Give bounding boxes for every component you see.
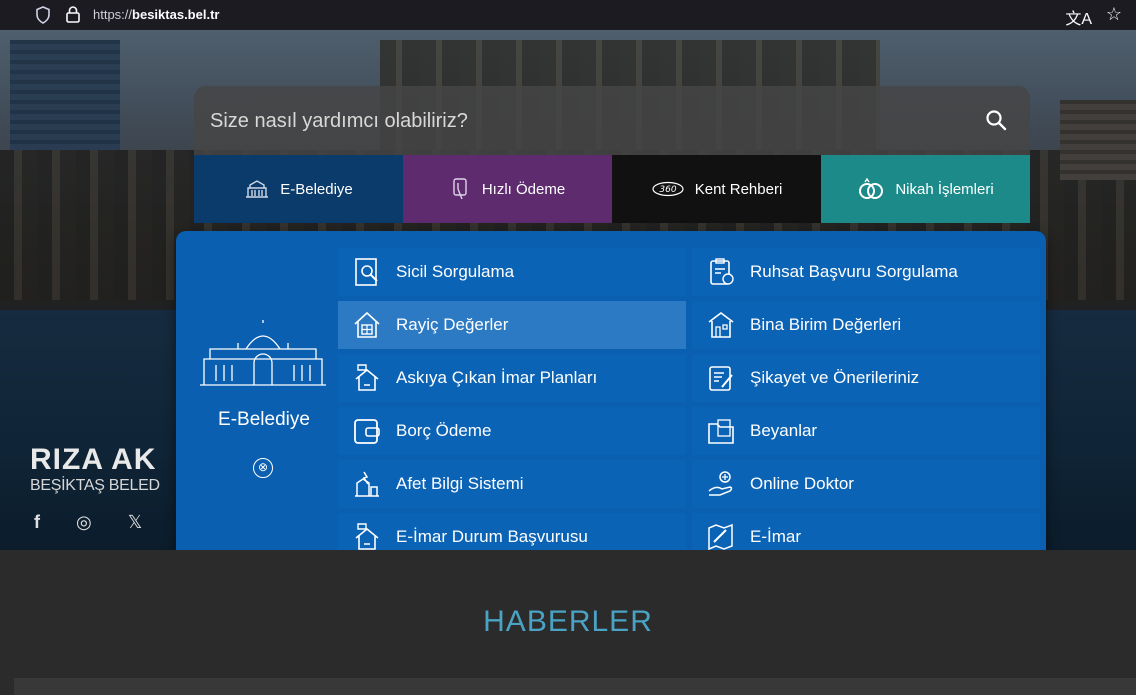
menu-item-label: Bina Birim Değerleri: [750, 315, 902, 334]
service-tabs: E-Belediye Hızlı Ödeme 360 Kent Rehberi …: [194, 155, 1030, 223]
rings-icon: [859, 177, 884, 199]
tab-label: Kent Rehberi: [694, 180, 783, 198]
social-links: f ◎ 𝕏: [34, 512, 142, 533]
menu-item-label: E-İmar Durum Başvurusu: [396, 527, 588, 546]
building-value-icon: [708, 312, 734, 338]
mayor-banner: RIZA AK BEŞİKTAŞ BELED: [30, 443, 160, 495]
municipality-icon: [246, 180, 269, 198]
svg-text:360: 360: [659, 185, 676, 195]
declaration-folder-icon: [708, 419, 734, 444]
zoning-status-icon: [355, 523, 379, 550]
menu-item-ruhsat-basvuru-sorgulama[interactable]: Ruhsat Başvuru Sorgulama: [692, 248, 1040, 296]
tab-label: Hızlı Ödeme: [481, 180, 566, 198]
tab-label: Nikah İşlemleri: [895, 180, 994, 198]
menu-item-label: Afet Bilgi Sistemi: [396, 474, 524, 493]
menu-item-label: Borç Ödeme: [396, 421, 492, 440]
instagram-icon[interactable]: ◎: [76, 512, 92, 533]
lock-icon[interactable]: [65, 5, 81, 23]
palace-logo-icon: [200, 320, 326, 386]
search-input[interactable]: [210, 106, 970, 136]
document-search-icon: [355, 258, 378, 286]
menu-item-label: Rayiç Değerler: [396, 315, 509, 334]
x-twitter-icon[interactable]: 𝕏: [128, 512, 143, 533]
feedback-edit-icon: [709, 366, 733, 391]
tab-nikah-islemleri[interactable]: Nikah İşlemleri: [821, 155, 1030, 223]
menu-item-beyanlar[interactable]: Beyanlar: [692, 407, 1040, 455]
url-host: besiktas.bel.tr: [132, 7, 220, 22]
url-field[interactable]: https://besiktas.bel.tr: [93, 7, 219, 22]
mayor-name: RIZA AK: [30, 443, 157, 476]
search-bar: [194, 86, 1030, 156]
mayor-role: BEŞİKTAŞ BELED: [30, 477, 160, 494]
menu-item-afet-bilgi-sistemi[interactable]: Afet Bilgi Sistemi: [338, 460, 686, 508]
house-value-icon: [354, 311, 380, 338]
menu-item-bina-birim-degerleri[interactable]: Bina Birim Değerleri: [692, 301, 1040, 349]
card-tap-icon: [453, 178, 467, 200]
menu-item-online-doktor[interactable]: Online Doktor: [692, 460, 1040, 508]
menu-item-label: Askıya Çıkan İmar Planları: [396, 368, 598, 387]
menu-item-label: Şikayet ve Önerileriniz: [750, 368, 920, 387]
doctor-hand-icon: [708, 471, 733, 496]
license-clipboard-icon: [710, 258, 734, 285]
url-prefix: https://: [93, 7, 133, 22]
e-belediye-panel: E-Belediye ⊗ Sicil Sorgulama Rayiç Değer…: [176, 231, 1046, 577]
close-icon[interactable]: ⊗: [253, 458, 273, 478]
browser-toolbar: https://besiktas.bel.tr 文A ☆: [0, 0, 1136, 30]
e-zoning-icon: [708, 523, 733, 551]
translate-icon[interactable]: 文A: [1065, 5, 1092, 29]
news-content-strip: [14, 678, 1136, 695]
menu-item-label: Beyanlar: [750, 421, 818, 440]
menu-item-rayic-degerler[interactable]: Rayiç Değerler: [338, 301, 686, 349]
tab-hizli-odeme[interactable]: Hızlı Ödeme: [403, 155, 612, 223]
menu-item-askiya-cikan-imar-planlari[interactable]: Askıya Çıkan İmar Planları: [338, 354, 686, 402]
tab-e-belediye[interactable]: E-Belediye: [194, 155, 403, 223]
shield-icon[interactable]: [35, 6, 51, 24]
menu-item-label: Ruhsat Başvuru Sorgulama: [750, 262, 958, 281]
menu-item-sikayet-ve-onerileriniz[interactable]: Şikayet ve Önerileriniz: [692, 354, 1040, 402]
360-icon: 360: [652, 181, 684, 197]
menu-item-label: Online Doktor: [750, 474, 854, 493]
search-icon[interactable]: [984, 108, 1008, 132]
bookmark-star-icon[interactable]: ☆: [1106, 4, 1122, 25]
panel-title: E-Belediye: [218, 409, 310, 430]
disaster-icon: [355, 471, 379, 497]
tab-label: E-Belediye: [280, 180, 353, 198]
tab-kent-rehberi[interactable]: 360 Kent Rehberi: [612, 155, 821, 223]
menu-item-borc-odeme[interactable]: Borç Ödeme: [338, 407, 686, 455]
zoning-plan-icon: [355, 364, 379, 391]
menu-item-sicil-sorgulama[interactable]: Sicil Sorgulama: [338, 248, 686, 296]
menu-item-label: Sicil Sorgulama: [396, 262, 515, 281]
menu-item-label: E-İmar: [750, 527, 801, 546]
news-heading: HABERLER: [483, 605, 653, 638]
facebook-icon[interactable]: f: [34, 512, 40, 533]
wallet-icon: [354, 419, 380, 444]
